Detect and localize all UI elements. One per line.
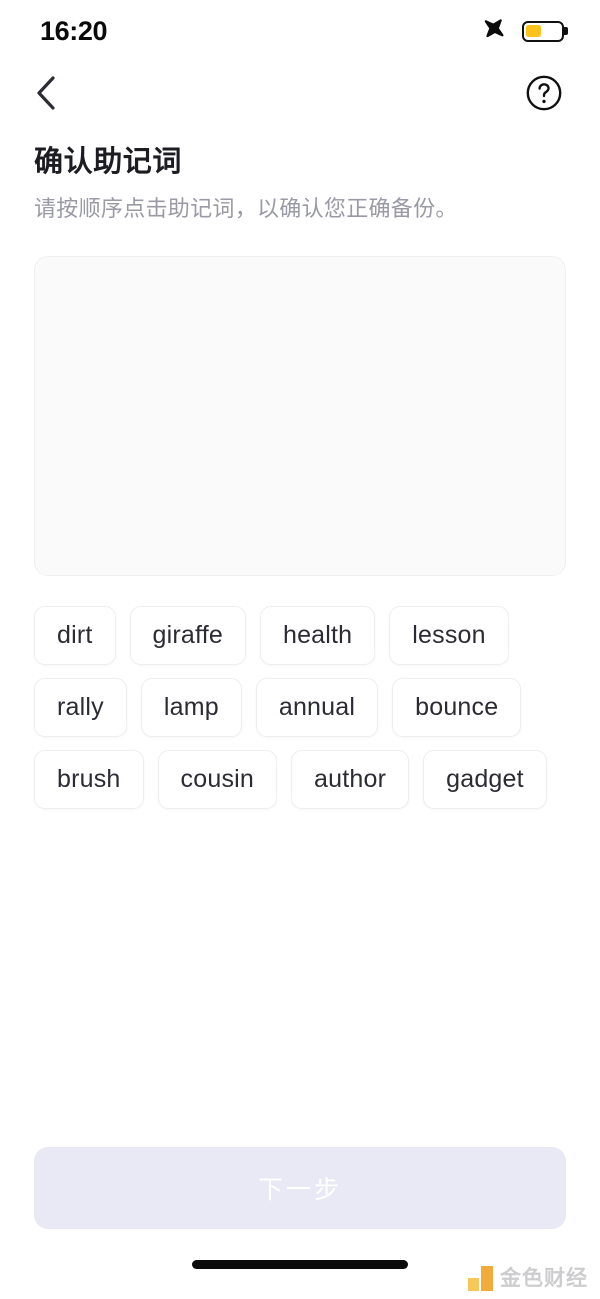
watermark: 金色财经	[468, 1266, 588, 1291]
status-bar: 16:20	[0, 0, 600, 62]
word-chip-brush[interactable]: brush	[34, 749, 144, 809]
battery-fill	[526, 24, 542, 38]
layout-spacer	[0, 809, 600, 1147]
watermark-text: 金色财经	[500, 1267, 588, 1290]
jinse-logo-icon	[468, 1266, 493, 1291]
help-circle-icon	[525, 74, 563, 115]
bottom-area: 金色财经	[0, 1229, 600, 1299]
selected-mnemonic-area[interactable]	[34, 255, 566, 576]
page-title: 确认助记词	[34, 146, 183, 178]
word-bank: dirt giraffe health lesson rally lamp annual bo…	[34, 605, 566, 809]
footer: 下一步	[0, 1147, 600, 1229]
status-bar-time: 16:20	[40, 15, 108, 46]
word-chip-lamp[interactable]: lamp	[140, 677, 242, 737]
word-chip-annual[interactable]: annual	[255, 677, 379, 737]
status-bar-indicators	[481, 15, 564, 47]
page-subtitle: 请按顺序点击助记词，以确认您正确备份。	[34, 196, 458, 222]
word-chip-cousin[interactable]: cousin	[157, 749, 278, 809]
airplane-mode-icon	[481, 15, 508, 47]
word-chip-author[interactable]: author	[291, 749, 410, 809]
word-chip-gadget[interactable]: gadget	[423, 749, 547, 809]
back-button[interactable]	[20, 68, 72, 120]
word-chip-giraffe[interactable]: giraffe	[129, 605, 246, 665]
word-chip-health[interactable]: health	[259, 605, 376, 665]
navigation-bar	[0, 62, 600, 126]
word-chip-lesson[interactable]: lesson	[389, 605, 509, 665]
word-chip-bounce[interactable]: bounce	[392, 677, 522, 737]
word-chip-rally[interactable]: rally	[34, 677, 127, 737]
word-chip-dirt[interactable]: dirt	[34, 605, 116, 665]
battery-icon	[522, 20, 564, 42]
home-indicator[interactable]	[192, 1259, 408, 1269]
chevron-left-icon	[33, 74, 59, 115]
help-button[interactable]	[518, 68, 570, 120]
heading-block: 确认助记词 请按顺序点击助记词，以确认您正确备份。	[0, 126, 600, 224]
next-step-button[interactable]: 下一步	[34, 1147, 566, 1229]
phone-screen: 16:20 确认助记词 请按顺序点击助记词，以确认您正确备份。 dirt gir…	[0, 0, 600, 1299]
